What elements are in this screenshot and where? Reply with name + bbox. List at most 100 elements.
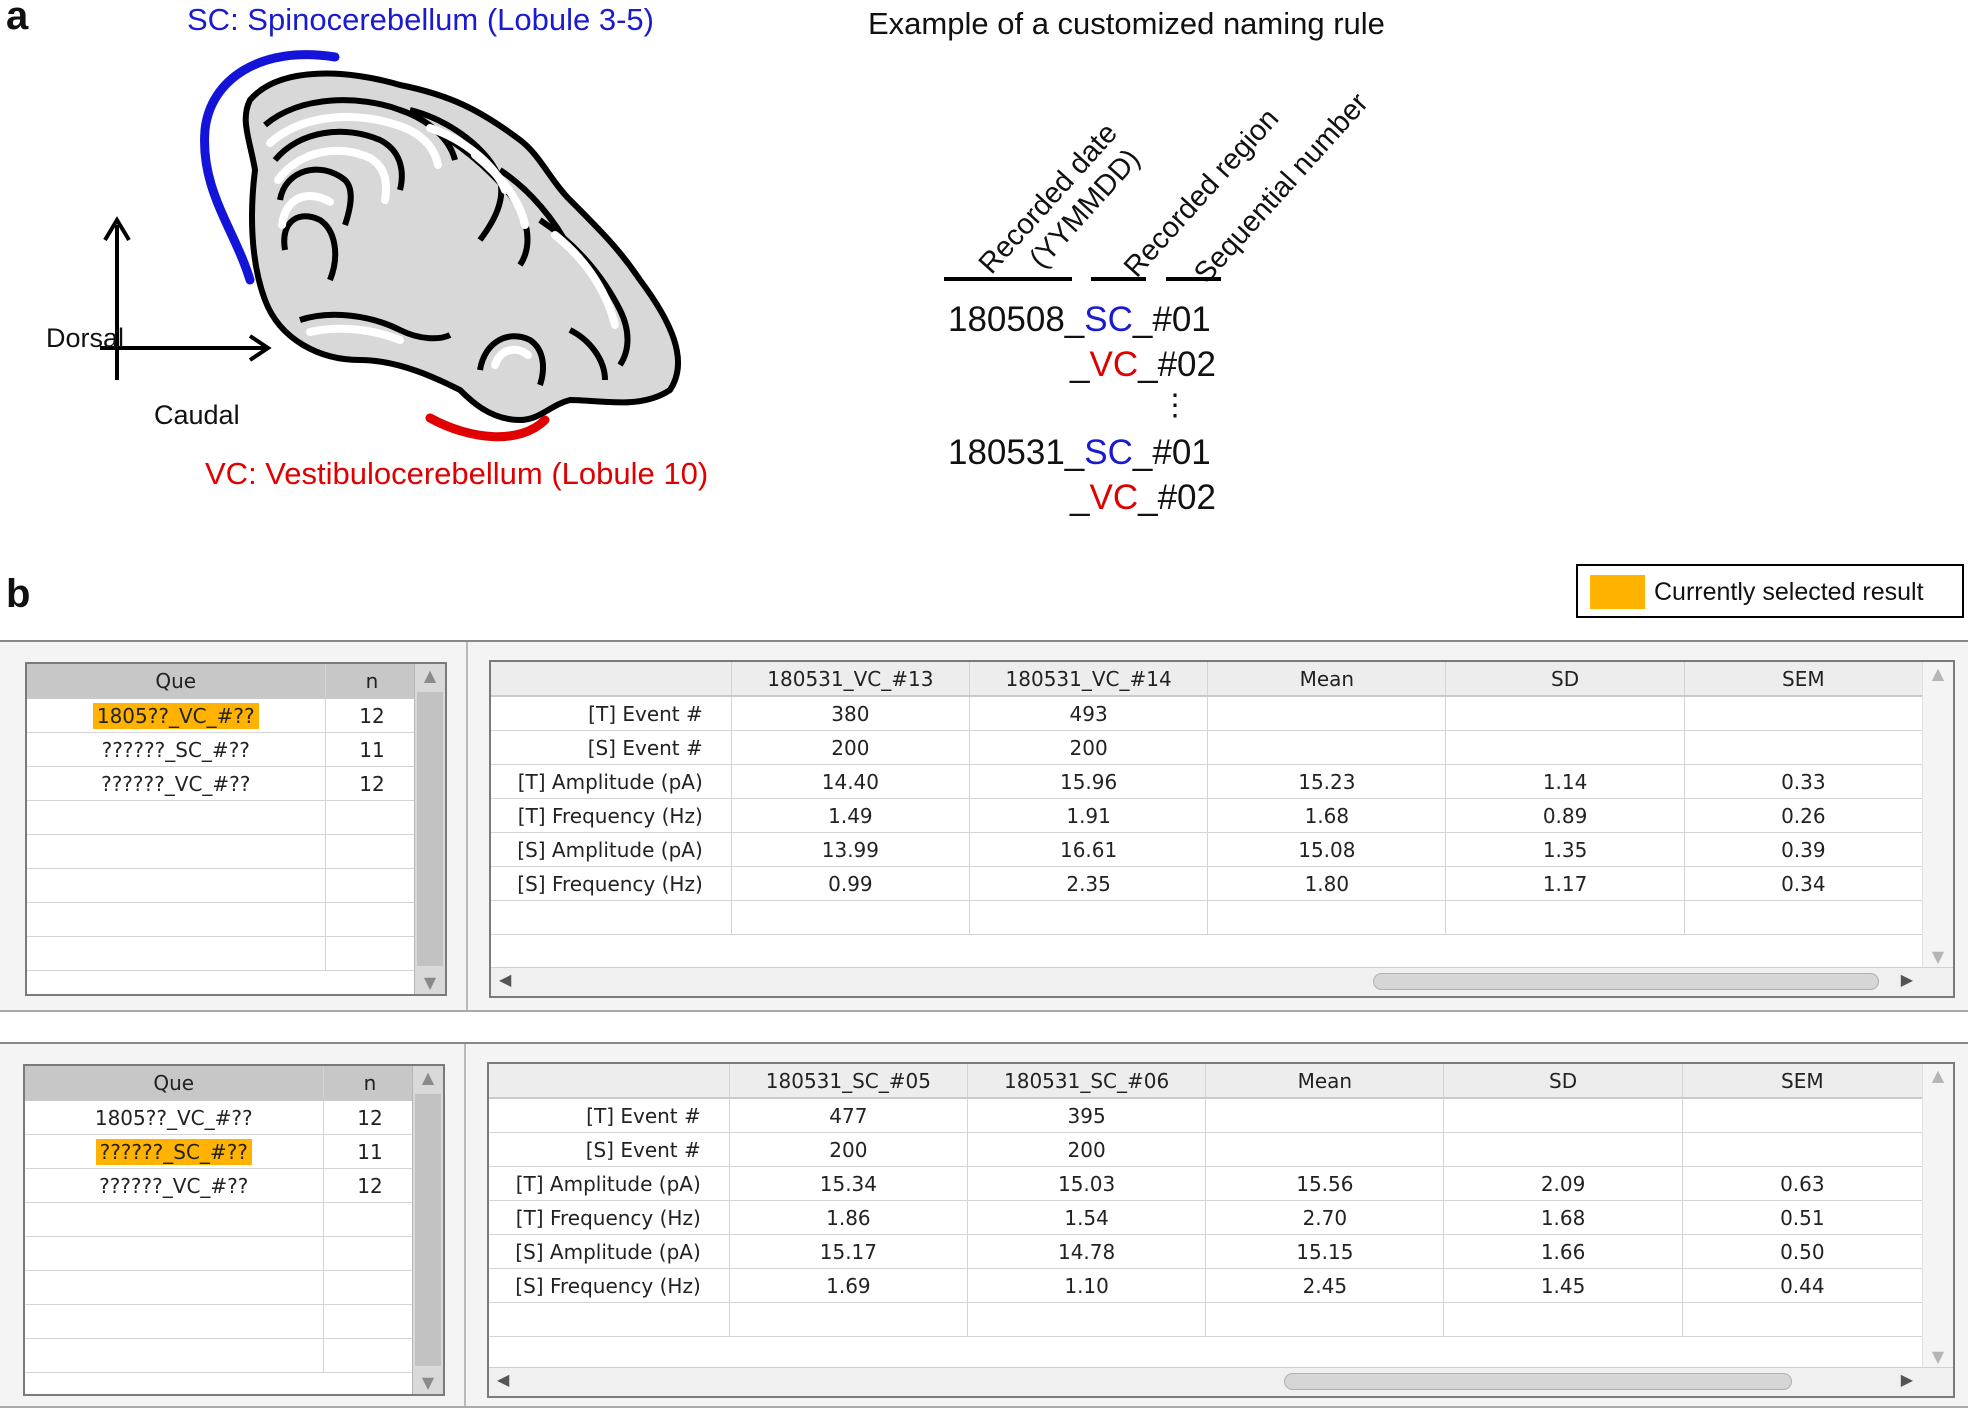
col-header[interactable]: Mean [1205, 1064, 1445, 1099]
queue-row[interactable]: 1805??_VC_#?? 12 [25, 1100, 418, 1135]
cell: 15.08 [1207, 832, 1447, 867]
table-row[interactable]: [T] Frequency (Hz) 1.86 1.54 2.70 1.68 0.51 [489, 1200, 1924, 1235]
queue-header-que[interactable]: Que [25, 1066, 324, 1101]
cell: 0.99 [731, 866, 971, 901]
col-header[interactable] [491, 662, 732, 697]
queue-vscroll[interactable]: ▲ ▼ [414, 664, 445, 994]
cell: 1.66 [1443, 1234, 1683, 1269]
cell: 2.45 [1205, 1268, 1445, 1303]
cell: 493 [969, 696, 1209, 731]
row-label: [S] Event # [491, 730, 732, 765]
example-seq: #01 [1152, 433, 1211, 472]
cell: 15.96 [969, 764, 1209, 799]
table-row[interactable]: [S] Amplitude (pA) 15.17 14.78 15.15 1.66 0.5… [489, 1234, 1924, 1269]
queue-name: 1805??_VC_#?? [92, 702, 259, 729]
col-header[interactable]: 180531_SC_#05 [729, 1064, 969, 1099]
queue-name: ??????_SC_#?? [27, 732, 326, 767]
queue-n: 12 [325, 698, 420, 733]
table-row[interactable]: [S] Frequency (Hz) 0.99 2.35 1.80 1.17 0.34 [491, 866, 1924, 901]
scroll-down-icon[interactable]: ▼ [1923, 1347, 1953, 1366]
queue-list[interactable]: Que n 1805??_VC_#?? 12 ??????_SC_#?? 11 ??… [23, 1064, 445, 1396]
panel-b-letter: b [6, 572, 31, 616]
scroll-up-icon[interactable]: ▲ [413, 1068, 443, 1087]
cell [1684, 696, 1924, 731]
example-date: 180531 [948, 433, 1065, 472]
scroll-up-icon[interactable]: ▲ [1923, 664, 1953, 683]
underline-date [944, 277, 1072, 281]
queue-row-empty [27, 868, 420, 903]
result-window-1: Que n 1805??_VC_#?? 12 ??????_SC_#?? 11 ??… [0, 640, 1968, 1012]
col-header[interactable]: SD [1443, 1064, 1683, 1099]
scroll-left-icon[interactable]: ◀ [499, 970, 511, 989]
table-row[interactable]: [T] Frequency (Hz) 1.49 1.91 1.68 0.89 0.26 [491, 798, 1924, 833]
scroll-thumb[interactable] [417, 692, 443, 966]
queue-list[interactable]: Que n 1805??_VC_#?? 12 ??????_SC_#?? 11 ??… [25, 662, 447, 996]
queue-row[interactable]: ??????_VC_#?? 12 [27, 766, 420, 801]
scroll-right-icon[interactable]: ▶ [1901, 970, 1913, 989]
cell: 2.35 [969, 866, 1209, 901]
scroll-right-icon[interactable]: ▶ [1901, 1370, 1913, 1389]
grid-hscroll[interactable]: ◀ ▶ [491, 967, 1953, 996]
col-header[interactable]: 180531_VC_#13 [731, 662, 971, 697]
queue-vscroll[interactable]: ▲ ▼ [412, 1066, 443, 1394]
queue-row[interactable]: ??????_SC_#?? 11 [27, 732, 420, 767]
grid-vscroll[interactable]: ▲ ▼ [1922, 662, 1953, 968]
cell [1443, 1098, 1683, 1133]
table-row[interactable]: [S] Event #200 200 [489, 1132, 1924, 1167]
cell: 0.33 [1684, 764, 1924, 799]
sep: _ [1138, 345, 1158, 384]
grid-vscroll[interactable]: ▲ ▼ [1922, 1064, 1953, 1368]
result-window-2: Que n 1805??_VC_#?? 12 ??????_SC_#?? 11 ??… [0, 1042, 1968, 1408]
example-seq: #01 [1152, 300, 1211, 339]
col-header[interactable]: SD [1445, 662, 1685, 697]
scroll-down-icon[interactable]: ▼ [413, 1373, 443, 1392]
scroll-left-icon[interactable]: ◀ [497, 1370, 509, 1389]
scroll-up-icon[interactable]: ▲ [1923, 1066, 1953, 1085]
legend-swatch [1590, 575, 1645, 609]
queue-row[interactable]: ??????_SC_#?? 11 [25, 1134, 418, 1169]
col-header[interactable] [489, 1064, 730, 1099]
example-row-4: _VC_#02 [1070, 478, 1216, 518]
table-row[interactable]: [T] Amplitude (pA) 14.40 15.96 15.23 1.14 0.3… [491, 764, 1924, 799]
splitter[interactable] [466, 642, 468, 1010]
results-grid[interactable]: 180531_VC_#13 180531_VC_#14 Mean SD SEM … [489, 660, 1955, 998]
hscroll-thumb[interactable] [1284, 1373, 1792, 1390]
scroll-down-icon[interactable]: ▼ [1923, 947, 1953, 966]
row-label: [T] Frequency (Hz) [491, 798, 732, 833]
cell: 0.39 [1684, 832, 1924, 867]
example-row-1: 180508_SC_#01 [948, 300, 1211, 340]
splitter[interactable] [464, 1044, 466, 1406]
table-row[interactable]: [T] Event #380 493 [491, 696, 1924, 731]
sep: _ [1064, 300, 1085, 339]
col-header[interactable]: 180531_SC_#06 [967, 1064, 1207, 1099]
cell: 1.69 [729, 1268, 969, 1303]
table-row[interactable]: [S] Frequency (Hz) 1.69 1.10 2.45 1.45 0.44 [489, 1268, 1924, 1303]
table-row[interactable]: [T] Event #477 395 [489, 1098, 1924, 1133]
queue-header-que[interactable]: Que [27, 664, 326, 699]
cell [1207, 696, 1447, 731]
scroll-thumb[interactable] [415, 1094, 441, 1366]
table-row[interactable]: [S] Amplitude (pA) 13.99 16.61 15.08 1.35 0.3… [491, 832, 1924, 867]
grid-hscroll[interactable]: ◀ ▶ [489, 1367, 1953, 1396]
col-header[interactable]: SEM [1682, 1064, 1924, 1099]
cell: 0.50 [1682, 1234, 1924, 1269]
cell [1207, 730, 1447, 765]
results-grid[interactable]: 180531_SC_#05 180531_SC_#06 Mean SD SEM … [487, 1062, 1955, 1398]
col-header[interactable]: 180531_VC_#14 [969, 662, 1209, 697]
scroll-down-icon[interactable]: ▼ [415, 973, 445, 992]
panel-a-letter: a [6, 0, 29, 38]
queue-row[interactable]: ??????_VC_#?? 12 [25, 1168, 418, 1203]
table-row-empty [489, 1302, 1924, 1337]
table-row[interactable]: [T] Amplitude (pA) 15.34 15.03 15.56 2.09 0.6… [489, 1166, 1924, 1201]
hscroll-thumb[interactable] [1373, 973, 1879, 990]
cell: 0.89 [1445, 798, 1685, 833]
cell [1205, 1098, 1445, 1133]
col-header[interactable]: SEM [1684, 662, 1924, 697]
scroll-up-icon[interactable]: ▲ [415, 666, 445, 685]
col-header[interactable]: Mean [1207, 662, 1447, 697]
queue-header-n[interactable]: n [323, 1066, 418, 1101]
cell [1445, 730, 1685, 765]
queue-row[interactable]: 1805??_VC_#?? 12 [27, 698, 420, 733]
table-row[interactable]: [S] Event #200 200 [491, 730, 1924, 765]
queue-header-n[interactable]: n [325, 664, 420, 699]
